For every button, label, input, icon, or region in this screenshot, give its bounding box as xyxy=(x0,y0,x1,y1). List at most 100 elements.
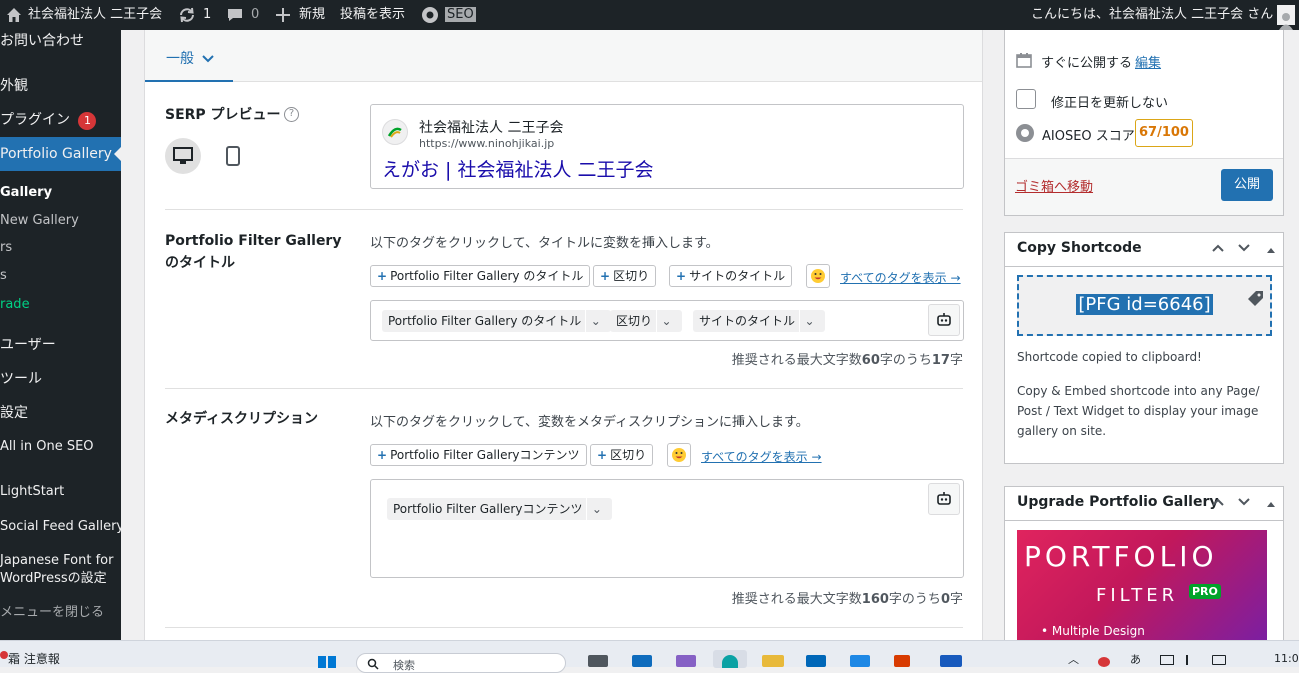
upgrade-banner[interactable]: PORTFOLIO FILTER PRO • Multiple Design xyxy=(1017,530,1267,640)
chip-separator[interactable]: 区切り ⌄ xyxy=(610,310,683,332)
taskbar-search-box[interactable]: 検索 xyxy=(356,653,566,673)
ai-generator-button[interactable] xyxy=(928,483,960,515)
chevron-up-icon[interactable] xyxy=(1211,496,1225,511)
sidebar-item-social-feed[interactable]: Social Feed Gallery xyxy=(0,517,121,537)
sidebar-sub-filters[interactable]: rs xyxy=(0,238,121,258)
toggle-arrow-icon[interactable] xyxy=(1266,498,1276,511)
tag-button-gallery-title[interactable]: + Portfolio Filter Gallery のタイトル xyxy=(370,265,591,287)
edge-icon-active[interactable] xyxy=(713,650,747,668)
chevron-down-icon[interactable]: ⌄ xyxy=(586,498,606,520)
tag-button-site-title[interactable]: + サイトのタイトル xyxy=(669,265,793,287)
emoji-button[interactable] xyxy=(806,264,830,288)
sidebar-item-japanese-font-line2[interactable]: WordPressの設定 xyxy=(0,569,121,589)
sidebar-item-contact[interactable]: お問い合わせ xyxy=(0,31,121,51)
help-icon[interactable]: ? xyxy=(284,107,299,122)
sidebar-item-plugins[interactable]: プラグイン 1 xyxy=(0,110,121,130)
sidebar-item-tools[interactable]: ツール xyxy=(0,369,121,389)
tag-button-separator[interactable]: + 区切り xyxy=(590,444,654,466)
clock[interactable]: 11:0 xyxy=(1274,652,1299,665)
sidebar-item-settings[interactable]: 設定 xyxy=(0,403,121,423)
site-name-link[interactable]: 社会福祉法人 二王子会 xyxy=(28,0,162,30)
sidebar-item-appearance[interactable]: 外観 xyxy=(0,76,121,96)
publish-immediately-text: すぐに公開する xyxy=(1041,56,1133,71)
weather-widget[interactable]: 霜 注意報 xyxy=(8,650,60,667)
chevron-up-icon[interactable]: ︿ xyxy=(1068,651,1079,667)
show-all-tags-link[interactable]: すべてのタグを表示 → xyxy=(840,269,961,286)
sidebar-item-portfolio-gallery[interactable]: Portfolio Gallery xyxy=(0,137,121,171)
chevron-down-icon[interactable]: ⌄ xyxy=(656,310,676,332)
chip-label: Portfolio Filter Gallery のタイトル xyxy=(388,314,582,328)
meta-editor[interactable]: Portfolio Filter Galleryコンテンツ ⌄ xyxy=(370,479,964,578)
tag-button-gallery-content[interactable]: + Portfolio Filter Galleryコンテンツ xyxy=(370,444,587,466)
shortcode-text[interactable]: [PFG id=6646] xyxy=(1076,294,1213,315)
taskbar-app-icon[interactable] xyxy=(894,655,910,667)
shortcode-field[interactable]: [PFG id=6646] xyxy=(1017,275,1272,336)
collapse-menu-button[interactable]: メニューを閉じる xyxy=(0,603,121,623)
sidebar-item-japanese-font[interactable]: Japanese Font for xyxy=(0,551,121,571)
chip-gallery-title[interactable]: Portfolio Filter Gallery のタイトル ⌄ xyxy=(382,310,612,332)
chevron-down-icon[interactable]: ⌄ xyxy=(585,310,605,332)
comments-icon[interactable] xyxy=(227,0,243,30)
sidebar-item-users[interactable]: ユーザー xyxy=(0,335,121,355)
chevron-up-icon[interactable] xyxy=(1211,242,1225,257)
ime-indicator[interactable]: あ xyxy=(1130,651,1141,667)
edge-icon xyxy=(722,655,738,668)
title-instruction: 以下のタグをクリックして、タイトルに変数を挿入します。 xyxy=(370,236,719,251)
edit-publish-date-link[interactable]: 編集 xyxy=(1135,52,1161,71)
publish-button[interactable]: 公開 xyxy=(1221,169,1273,201)
upgrade-panel: Upgrade Portfolio Gallery PORTFOLIO FILT… xyxy=(1004,486,1284,640)
store-icon[interactable] xyxy=(806,655,826,667)
greeting[interactable]: こんにちは、社会福祉法人 二王子会 さん xyxy=(1031,0,1273,30)
sidebar-sub-upgrade[interactable]: rade xyxy=(0,295,121,315)
emoji-icon xyxy=(672,448,686,462)
sidebar-sub-gallery[interactable]: Gallery xyxy=(0,183,121,203)
windows-start-icon[interactable] xyxy=(318,653,340,668)
chevron-down-icon[interactable] xyxy=(1237,496,1251,511)
network-icon[interactable] xyxy=(1160,655,1174,665)
tag-button-separator[interactable]: + 区切り xyxy=(593,265,657,287)
copy-shortcode-panel: Copy Shortcode [PFG id=6646] Shortcode c… xyxy=(1004,232,1284,464)
update-date-checkbox[interactable] xyxy=(1016,89,1036,109)
new-link[interactable]: 新規 xyxy=(299,0,325,30)
file-explorer-icon[interactable] xyxy=(762,655,784,667)
home-icon[interactable] xyxy=(6,0,22,30)
chip-site-title[interactable]: サイトのタイトル ⌄ xyxy=(693,310,826,332)
clipboard-tag-icon[interactable] xyxy=(1244,287,1266,309)
aioseo-score-badge[interactable]: 67/100 xyxy=(1135,119,1193,147)
emoji-button[interactable] xyxy=(667,443,691,467)
serp-title[interactable]: えがお | 社会福祉法人 二王子会 xyxy=(382,155,654,182)
sidebar-item-label: 設定 xyxy=(0,405,28,421)
toggle-arrow-icon[interactable] xyxy=(1266,244,1276,257)
sidebar-sub-settings[interactable]: s xyxy=(0,266,121,286)
taskbar-app-icon[interactable] xyxy=(588,655,608,667)
desktop-preview-button[interactable] xyxy=(165,138,201,174)
ai-generator-button[interactable] xyxy=(928,304,960,336)
show-all-tags-link[interactable]: すべてのタグを表示 → xyxy=(701,448,822,465)
title-editor[interactable]: Portfolio Filter Gallery のタイトル ⌄ 区切り ⌄ サイト… xyxy=(370,300,964,341)
move-to-trash-link[interactable]: ゴミ箱へ移動 xyxy=(1015,176,1093,195)
sidebar-item-aioseo[interactable]: All in One SEO xyxy=(0,437,121,457)
word-icon[interactable] xyxy=(940,655,962,667)
copilot-icon[interactable] xyxy=(676,655,696,667)
sidebar-item-lightstart[interactable]: LightStart xyxy=(0,482,121,502)
seo-menu[interactable]: SEO xyxy=(445,0,476,30)
chevron-down-icon[interactable] xyxy=(1237,242,1251,257)
sidebar-sub-new-gallery[interactable]: New Gallery xyxy=(0,211,121,231)
updates-count[interactable]: 1 xyxy=(203,0,211,30)
plus-icon[interactable] xyxy=(276,0,290,30)
comments-count[interactable]: 0 xyxy=(251,0,259,30)
taskbar-app-icon[interactable] xyxy=(850,655,870,667)
avatar[interactable] xyxy=(1277,5,1295,30)
outlook-icon[interactable] xyxy=(632,655,652,667)
aioseo-gear-icon[interactable] xyxy=(420,0,440,30)
mobile-preview-button[interactable] xyxy=(215,138,251,174)
volume-icon[interactable] xyxy=(1186,655,1200,665)
serp-preview-card: 社会福祉法人 二王子会 https://www.ninohjikai.jp えが… xyxy=(370,104,964,189)
chip-gallery-content[interactable]: Portfolio Filter Galleryコンテンツ ⌄ xyxy=(387,498,613,520)
chevron-down-icon[interactable]: ⌄ xyxy=(799,310,819,332)
tray-icon[interactable] xyxy=(1098,657,1110,667)
tab-general[interactable]: 一般 xyxy=(145,48,233,82)
battery-icon[interactable] xyxy=(1212,655,1226,665)
view-posts-link[interactable]: 投稿を表示 xyxy=(340,0,405,30)
updates-icon[interactable] xyxy=(178,0,196,30)
